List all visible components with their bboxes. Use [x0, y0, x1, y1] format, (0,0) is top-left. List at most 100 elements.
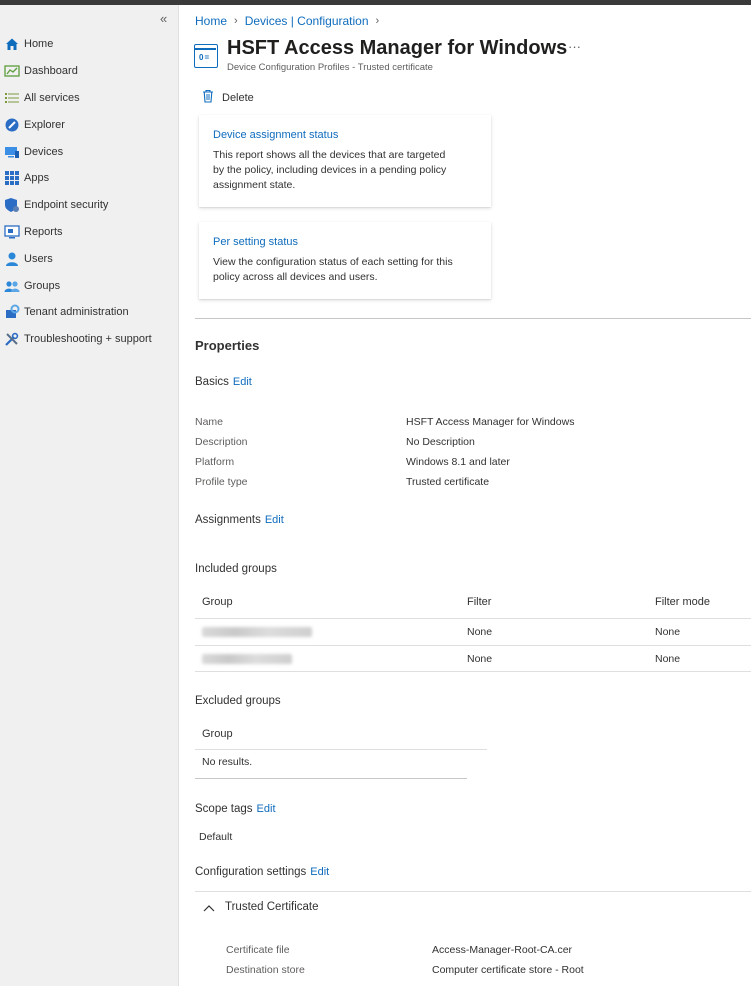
trusted-certificate-section-toggle[interactable]: Trusted Certificate	[225, 901, 319, 913]
page-subtitle: Device Configuration Profiles - Trusted …	[227, 62, 433, 73]
list-icon	[4, 90, 20, 106]
configuration-settings-label: Configuration settings	[195, 866, 307, 878]
devices-icon	[4, 144, 20, 160]
sidebar-item-tenant-administration[interactable]: Tenant administration	[0, 299, 179, 326]
sidebar-item-label: Troubleshooting + support	[24, 333, 152, 346]
sidebar-item-label: Dashboard	[24, 65, 78, 78]
sidebar-item-label: Groups	[24, 279, 61, 292]
sidebar-item-explorer[interactable]: Explorer	[0, 111, 179, 138]
tools-icon	[4, 331, 20, 347]
name-value: HSFT Access Manager for Windows	[406, 416, 575, 428]
sidebar-item-label: Reports	[24, 225, 63, 238]
scope-tags-section-header: Scope tags Edit	[195, 803, 276, 815]
sidebar-item-label: Devices	[24, 145, 64, 158]
sidebar-item-label: Apps	[24, 172, 50, 185]
sidebar-item-apps[interactable]: Apps	[0, 165, 179, 192]
breadcrumb-devices-configuration[interactable]: Devices | Configuration	[245, 14, 369, 28]
sidebar-item-label: Explorer	[24, 118, 65, 131]
page-title: HSFT Access Manager for Windows	[227, 37, 568, 59]
reports-icon	[4, 224, 20, 240]
sidebar-item-label: Endpoint security	[24, 199, 109, 212]
sidebar-item-reports[interactable]: Reports	[0, 219, 179, 246]
card-description: View the configuration status of each se…	[213, 256, 453, 283]
chevron-right-icon: ›	[375, 15, 380, 27]
redacted-group-name	[202, 654, 292, 664]
filter-mode-cell: None	[655, 626, 681, 638]
sidebar-item-groups[interactable]: Groups	[0, 272, 179, 299]
breadcrumb-home[interactable]: Home	[195, 14, 227, 28]
profile-type-value: Trusted certificate	[406, 476, 490, 488]
sidebar-item-home[interactable]: Home	[0, 31, 179, 58]
sidebar-item-devices[interactable]: Devices	[0, 138, 179, 165]
filter-cell: None	[467, 653, 493, 665]
more-options-button[interactable]: ···	[568, 39, 581, 54]
table-divider	[195, 778, 467, 779]
basics-label: Basics	[195, 376, 229, 388]
divider	[195, 318, 751, 319]
configuration-settings-edit-link[interactable]: Edit	[310, 866, 329, 878]
excluded-groups-label: Excluded groups	[195, 695, 281, 707]
description-value: No Description	[406, 436, 475, 448]
main-content: Home › Devices | Configuration › 0= HSFT…	[179, 5, 751, 986]
scope-tags-label: Scope tags	[195, 803, 253, 815]
scope-tag-value: Default	[199, 831, 233, 843]
sidebar-item-all-services[interactable]: All services	[0, 85, 179, 112]
column-header-group: Group	[202, 596, 233, 608]
profile-icon: 0=	[194, 44, 218, 68]
delete-button[interactable]: Delete	[202, 89, 254, 106]
assignments-edit-link[interactable]: Edit	[265, 514, 284, 526]
sidebar-item-label: Users	[24, 252, 53, 265]
home-icon	[4, 36, 20, 52]
shield-icon	[4, 197, 20, 213]
configuration-settings-section-header: Configuration settings Edit	[195, 866, 329, 878]
column-header-group: Group	[202, 728, 233, 740]
filter-mode-cell: None	[655, 653, 681, 665]
name-key: Name	[195, 416, 224, 428]
table-divider	[195, 618, 751, 619]
delete-label: Delete	[222, 91, 254, 104]
trash-icon	[202, 89, 214, 106]
collapse-sidebar-button[interactable]: «	[160, 11, 167, 26]
table-divider	[195, 671, 751, 672]
sidebar-item-label: Home	[24, 38, 54, 51]
card-title[interactable]: Per setting status	[213, 236, 477, 248]
basics-section-header: Basics Edit	[195, 376, 252, 388]
certificate-file-value: Access-Manager-Root-CA.cer	[432, 944, 573, 956]
assignments-label: Assignments	[195, 514, 261, 526]
included-groups-label: Included groups	[195, 563, 277, 575]
device-assignment-status-card[interactable]: Device assignment status This report sho…	[199, 115, 491, 207]
properties-heading: Properties	[195, 338, 260, 353]
per-setting-status-card[interactable]: Per setting status View the configuratio…	[199, 222, 491, 299]
table-divider	[195, 645, 751, 646]
sidebar-item-label: All services	[24, 91, 80, 104]
assignments-section-header: Assignments Edit	[195, 514, 284, 526]
gear-icon	[4, 304, 20, 320]
column-header-filter: Filter	[467, 596, 492, 608]
sidebar-item-troubleshooting[interactable]: Troubleshooting + support	[0, 326, 179, 353]
sidebar: « Home Dashboard All services Explorer D…	[0, 5, 179, 986]
sidebar-item-users[interactable]: Users	[0, 245, 179, 272]
column-header-filter-mode: Filter mode	[655, 596, 711, 608]
card-title[interactable]: Device assignment status	[213, 129, 477, 141]
redacted-group-name	[202, 627, 312, 637]
chevron-up-icon[interactable]	[203, 903, 215, 915]
sidebar-item-dashboard[interactable]: Dashboard	[0, 58, 179, 85]
filter-cell: None	[467, 626, 493, 638]
divider	[195, 891, 751, 892]
description-key: Description	[195, 436, 248, 448]
scope-tags-edit-link[interactable]: Edit	[257, 803, 276, 815]
basics-edit-link[interactable]: Edit	[233, 376, 252, 388]
sidebar-item-label: Tenant administration	[24, 306, 129, 319]
table-divider	[195, 749, 487, 750]
sidebar-nav: Home Dashboard All services Explorer Dev…	[0, 31, 179, 353]
card-description: This report shows all the devices that a…	[213, 149, 447, 191]
sidebar-item-endpoint-security[interactable]: Endpoint security	[0, 192, 179, 219]
explorer-icon	[4, 117, 20, 133]
user-icon	[4, 251, 20, 267]
platform-key: Platform	[195, 456, 235, 468]
groups-icon	[4, 278, 20, 294]
dashboard-icon	[4, 63, 20, 79]
certificate-file-key: Certificate file	[226, 944, 290, 956]
no-results-text: No results.	[202, 756, 253, 768]
breadcrumb: Home › Devices | Configuration ›	[195, 14, 386, 28]
